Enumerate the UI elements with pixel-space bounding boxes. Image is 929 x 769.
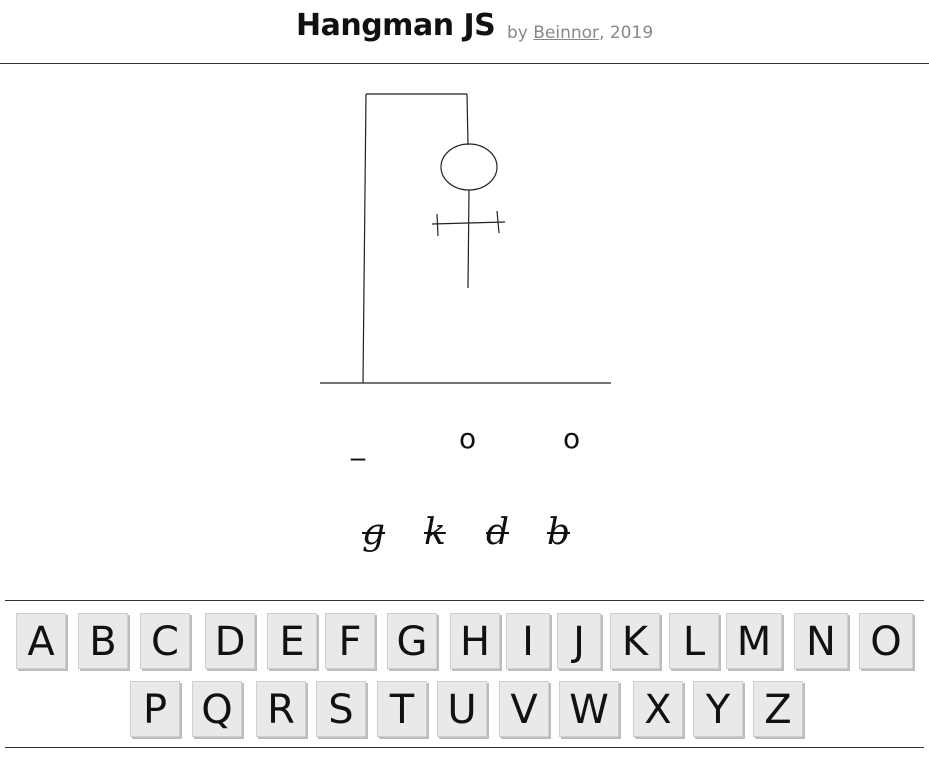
letter-key[interactable]: R (256, 681, 306, 737)
letter-keyboard: A B C D E F G H I J K L M N O P Q R S T … (5, 600, 924, 748)
gallows-post (362, 93, 367, 384)
word-display: _ o o (0, 422, 929, 462)
letter-key[interactable]: H (450, 613, 500, 669)
letter-key[interactable]: I (506, 613, 550, 669)
letter-key[interactable]: V (499, 681, 549, 737)
wrong-guess-letter: b (547, 512, 571, 553)
letter-key[interactable]: O (859, 613, 913, 669)
word-slot: _ (351, 428, 365, 461)
letter-key[interactable]: G (387, 613, 437, 669)
letter-key[interactable]: W (559, 681, 619, 737)
wrong-guess-letter: k (424, 512, 446, 553)
letter-key[interactable]: B (78, 613, 128, 669)
word-slot: o (563, 422, 581, 455)
letter-key[interactable]: Q (192, 681, 242, 737)
letter-key[interactable]: Y (693, 681, 743, 737)
letter-key[interactable]: X (633, 681, 683, 737)
letter-key[interactable]: A (16, 613, 66, 669)
gallows-rope (466, 93, 469, 146)
hangman-body (467, 189, 470, 289)
letter-key[interactable]: U (437, 681, 487, 737)
wrong-guess-letter: g (362, 512, 386, 553)
letter-key[interactable]: L (669, 613, 719, 669)
letter-key[interactable]: S (316, 681, 366, 737)
letter-key[interactable]: T (377, 681, 427, 737)
letter-key[interactable]: M (726, 613, 782, 669)
letter-key[interactable]: Z (753, 681, 803, 737)
wrong-guesses: g k d b (0, 512, 929, 560)
letter-key[interactable]: P (130, 681, 180, 737)
letter-key[interactable]: E (267, 613, 317, 669)
letter-key[interactable]: C (140, 613, 190, 669)
letter-key[interactable]: F (325, 613, 375, 669)
letter-key[interactable]: J (557, 613, 601, 669)
letter-key[interactable]: K (610, 613, 660, 669)
letter-key[interactable]: N (794, 613, 848, 669)
word-slot: o (459, 422, 477, 455)
wrong-guess-letter: d (486, 512, 510, 553)
gallows-drawing (320, 93, 611, 384)
hangman-left-hand (436, 213, 439, 237)
letter-key[interactable]: D (205, 613, 255, 669)
hangman-head (440, 143, 498, 191)
